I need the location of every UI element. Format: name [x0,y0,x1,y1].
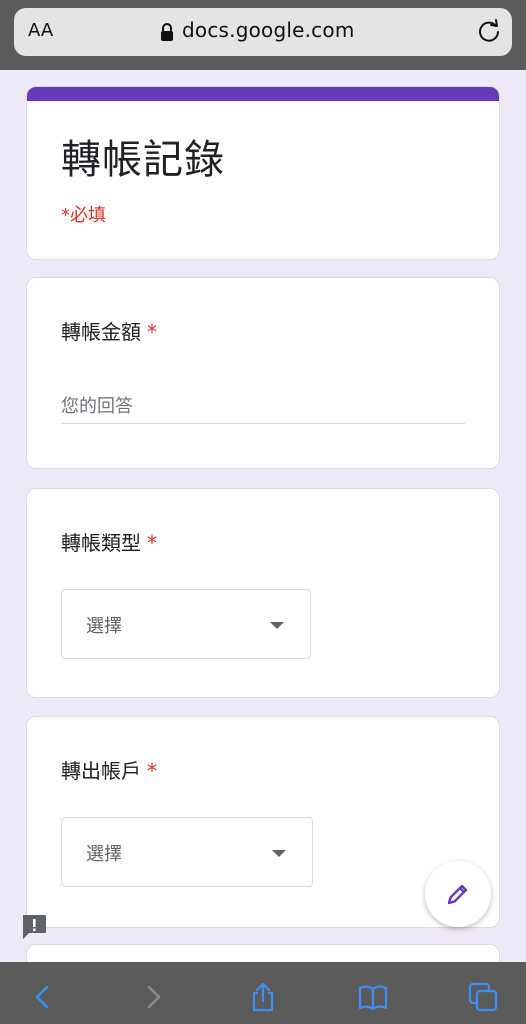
question-card-transfer-type: 轉帳類型 * 選擇 [26,488,500,698]
share-icon[interactable] [248,982,278,1012]
text-size-button[interactable]: AA [28,20,53,41]
dropdown-value: 選擇 [86,844,122,865]
required-star: * [147,531,157,555]
required-star: * [147,320,157,344]
question-title: 轉帳類型 [61,531,141,555]
question-label: 轉帳類型 * [61,527,157,556]
question-title: 轉出帳戶 [61,759,141,783]
form-header-card: 轉帳記錄 *必填 [26,86,500,260]
question-title: 轉帳金額 [61,320,141,344]
question-label: 轉帳金額 * [61,316,157,345]
reload-icon[interactable] [476,18,502,44]
short-answer-input[interactable]: 您的回答 [61,392,465,424]
form-title: 轉帳記錄 [61,137,225,183]
report-problem-icon[interactable] [20,913,48,941]
pencil-icon [447,884,468,905]
text-size-label: AA [28,20,54,41]
url-text[interactable]: docs.google.com [182,18,355,42]
lock-icon [161,23,173,41]
required-star: * [147,759,157,783]
browser-top-bar: AA docs.google.com [0,0,526,70]
answer-placeholder: 您的回答 [61,396,133,417]
from-account-dropdown[interactable]: 選擇 [61,817,313,887]
edit-fab-button[interactable] [425,861,491,927]
chevron-down-icon [272,850,286,857]
chevron-down-icon [270,622,284,629]
question-label: 轉出帳戶 * [61,755,157,784]
browser-toolbar [0,962,526,1024]
back-icon[interactable] [28,982,58,1012]
form-accent-bar [27,87,499,101]
address-bar[interactable]: AA docs.google.com [14,8,512,56]
bookmarks-icon[interactable] [358,982,388,1012]
transfer-type-dropdown[interactable]: 選擇 [61,589,311,659]
question-card-amount: 轉帳金額 * 您的回答 [26,277,500,469]
dropdown-value: 選擇 [86,616,122,637]
required-note: *必填 [61,205,106,226]
forward-icon[interactable] [138,982,168,1012]
tabs-icon[interactable] [468,982,498,1012]
